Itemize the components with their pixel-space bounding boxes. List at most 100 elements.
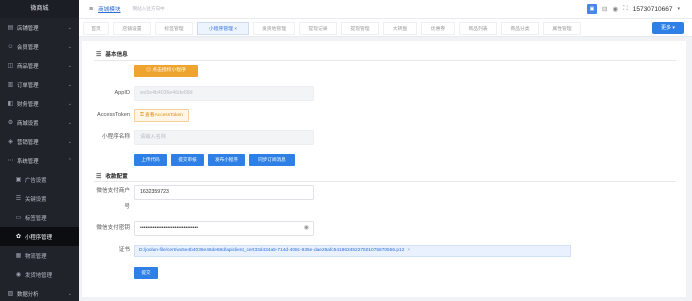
tab-ship-from[interactable]: 发货地管理 (253, 22, 295, 35)
sidebar-item-finance[interactable]: ◧ 财务管理 ⌄ (0, 94, 79, 113)
sidebar-item-shop[interactable]: ▤ 店铺管理 ⌄ (0, 18, 79, 37)
appid-field[interactable]: wx5e4b4036e46de68d (134, 86, 314, 101)
authorize-miniprogram-button[interactable]: ◎ 点击授权小程序 (134, 65, 198, 77)
sidebar-subitem-label: 物流管理 (25, 253, 47, 260)
tab-withdraw-records[interactable]: 提现记录 (299, 22, 337, 35)
tab-product-list[interactable]: 商品列表 (459, 22, 497, 35)
tab-miniprogram[interactable]: 小程序管理 × (197, 22, 249, 35)
sidebar-subitem-label: 标签管理 (25, 215, 47, 222)
sidebar-item-label: 数据分析 (17, 291, 39, 298)
button-label: 点击授权小程序 (152, 68, 186, 73)
truck-icon: ▦ (15, 253, 22, 259)
sidebar-subitem-label: 广告设置 (25, 177, 47, 184)
topbar: ≡ 商城模块 网站入驻方向中 ▣ ⊟ ◉ ⛶ 15730710667 ▾ (79, 0, 692, 19)
eye-icon[interactable]: ◉ (304, 222, 309, 235)
tab-shop-settings[interactable]: 店铺设置 (113, 22, 151, 35)
sidebar-subitem-label: 小程序管理 (25, 234, 52, 241)
tab-coupons[interactable]: 优惠券 (421, 22, 455, 35)
pay-secret-field[interactable]: •••••••••••••••••••••••••••••••• ◉ (134, 221, 314, 236)
sidebar-subitem-keywords[interactable]: ☰ 关键设置 (0, 189, 79, 208)
submit-review-button[interactable]: 提交审核 (171, 154, 204, 166)
tab-bar: 首页 店铺设置 标签管理 小程序管理 × 发货地管理 提现记录 提现管理 大转盘… (79, 19, 692, 37)
basic-info-title: ☰ 基本信息 (96, 50, 128, 59)
list-icon: ☰ (96, 173, 102, 180)
sidebar-item-label: 订单管理 (17, 82, 39, 89)
more-label: 更多 (661, 25, 672, 31)
brand-title: 微商城 (0, 0, 79, 18)
gear-icon: ⚙ (7, 120, 14, 126)
order-icon: ▥ (7, 82, 14, 88)
topbar-actions: ▣ ⊟ ◉ ⛶ 15730710667 ▾ (587, 4, 680, 14)
chevron-down-icon: ⌄ (67, 43, 72, 50)
tab-tags[interactable]: 标签管理 (155, 22, 193, 35)
tab-wheel[interactable]: 大转盘 (383, 22, 417, 35)
secret-value: •••••••••••••••••••••••••••••••• (140, 225, 199, 231)
more-tabs-button[interactable]: 更多 ▾ (652, 22, 684, 34)
tab-attributes[interactable]: 属性管理 (543, 22, 581, 35)
close-icon[interactable]: × (234, 27, 237, 32)
miniprogram-name-field[interactable]: 请输入名称 (134, 130, 314, 145)
sidebar-subitem-tags[interactable]: ▭ 标签管理 (0, 208, 79, 227)
list-icon: ☰ (15, 196, 22, 202)
eye-icon[interactable]: ◉ (612, 5, 618, 13)
publish-miniprogram-button[interactable]: 发布小程序 (208, 154, 245, 166)
certificate-path: D:/joolun-file/cert/wx5e4b4036e46de68d/a… (139, 248, 405, 253)
tag-icon: ▭ (15, 215, 22, 221)
main-panel: ☰ 基本信息 ◎ 点击授权小程序 AppID wx5e4b4036e46de68d… (82, 41, 686, 297)
payment-config-title: ☰ 收款配置 (96, 172, 128, 181)
sidebar-subitem-logistics[interactable]: ▦ 物流管理 (0, 246, 79, 265)
divider (94, 181, 676, 182)
fullscreen-icon[interactable]: ⛶ (623, 5, 628, 13)
close-icon[interactable]: × (407, 248, 410, 253)
chart-icon: ▨ (7, 291, 14, 297)
list-icon: ☰ (96, 51, 102, 58)
accesstoken-label: AccessToken (97, 112, 130, 118)
chevron-down-icon: ⌄ (67, 119, 72, 126)
sidebar-item-goods[interactable]: ◫ 商品管理 ⌄ (0, 56, 79, 75)
miniprogram-icon: ✿ (15, 234, 22, 240)
lock-icon[interactable]: ⊟ (602, 5, 607, 13)
merchant-id-label-cont: 号 (124, 204, 130, 210)
upload-code-button[interactable]: 上传代码 (134, 154, 167, 166)
bag-icon: ◫ (7, 63, 14, 69)
user-phone[interactable]: 15730710667 (633, 6, 673, 13)
section-title-text: 基本信息 (105, 52, 128, 58)
sidebar-item-analytics[interactable]: ▨ 数据分析 ⌄ (0, 284, 79, 301)
sidebar-item-orders[interactable]: ▥ 订单管理 ⌄ (0, 75, 79, 94)
submit-button[interactable]: 提交 (134, 267, 158, 279)
chevron-down-icon: ⌄ (67, 62, 72, 69)
sidebar-item-marketing[interactable]: ◈ 营销管理 ⌄ (0, 132, 79, 151)
sidebar-subitem-ads[interactable]: ▣ 广告设置 (0, 170, 79, 189)
certificate-file-tag[interactable]: D:/joolun-file/cert/wx5e4b4036e46de68d/a… (134, 245, 571, 257)
merchant-id-field[interactable]: 1632359723 (134, 185, 314, 200)
tab-withdraw-manage[interactable]: 提现管理 (341, 22, 379, 35)
sidebar-subitem-miniprogram[interactable]: ✿ 小程序管理 (0, 227, 79, 246)
tab-product-category[interactable]: 商品分类 (501, 22, 539, 35)
chevron-down-icon[interactable]: ▾ (677, 6, 680, 12)
wallet-icon: ◧ (7, 101, 14, 107)
divider (94, 60, 676, 61)
shop-name-link[interactable]: 商城模块 (98, 5, 120, 13)
sidebar-subitem-label: 发货地管理 (25, 272, 52, 279)
merchant-id-label: 微信支付商户 (96, 188, 130, 194)
key-icon: ⚿ (140, 113, 144, 118)
sidebar-item-label: 营销管理 (17, 139, 39, 146)
sync-subscriptions-button[interactable]: 同步订阅消息 (249, 154, 295, 166)
button-label: 查看AccessToken (145, 113, 183, 118)
view-accesstoken-button[interactable]: ⚿ 查看AccessToken (134, 109, 189, 122)
menu-toggle-icon[interactable]: ≡ (89, 6, 93, 13)
chevron-down-icon: ⌄ (67, 81, 72, 88)
tab-home[interactable]: 首页 (83, 22, 109, 35)
sidebar-item-members[interactable]: ☺ 会员管理 ⌄ (0, 37, 79, 56)
shop-icon: ▤ (7, 25, 14, 31)
sidebar-item-label: 财务管理 (17, 101, 39, 108)
sidebar-item-label: 商城设置 (17, 120, 39, 127)
sidebar-item-system[interactable]: ⋯ 系统管理 ⌃ (0, 151, 79, 170)
screen-icon[interactable]: ▣ (587, 4, 598, 14)
wechat-icon: ◎ (146, 68, 151, 73)
sidebar-subitem-ship-from[interactable]: ◉ 发货地管理 (0, 265, 79, 284)
sidebar-item-mall-settings[interactable]: ⚙ 商城设置 ⌄ (0, 113, 79, 132)
miniprogram-name-label: 小程序名称 (102, 134, 130, 140)
chevron-down-icon: ⌄ (67, 24, 72, 31)
tab-label: 小程序管理 (208, 27, 233, 32)
